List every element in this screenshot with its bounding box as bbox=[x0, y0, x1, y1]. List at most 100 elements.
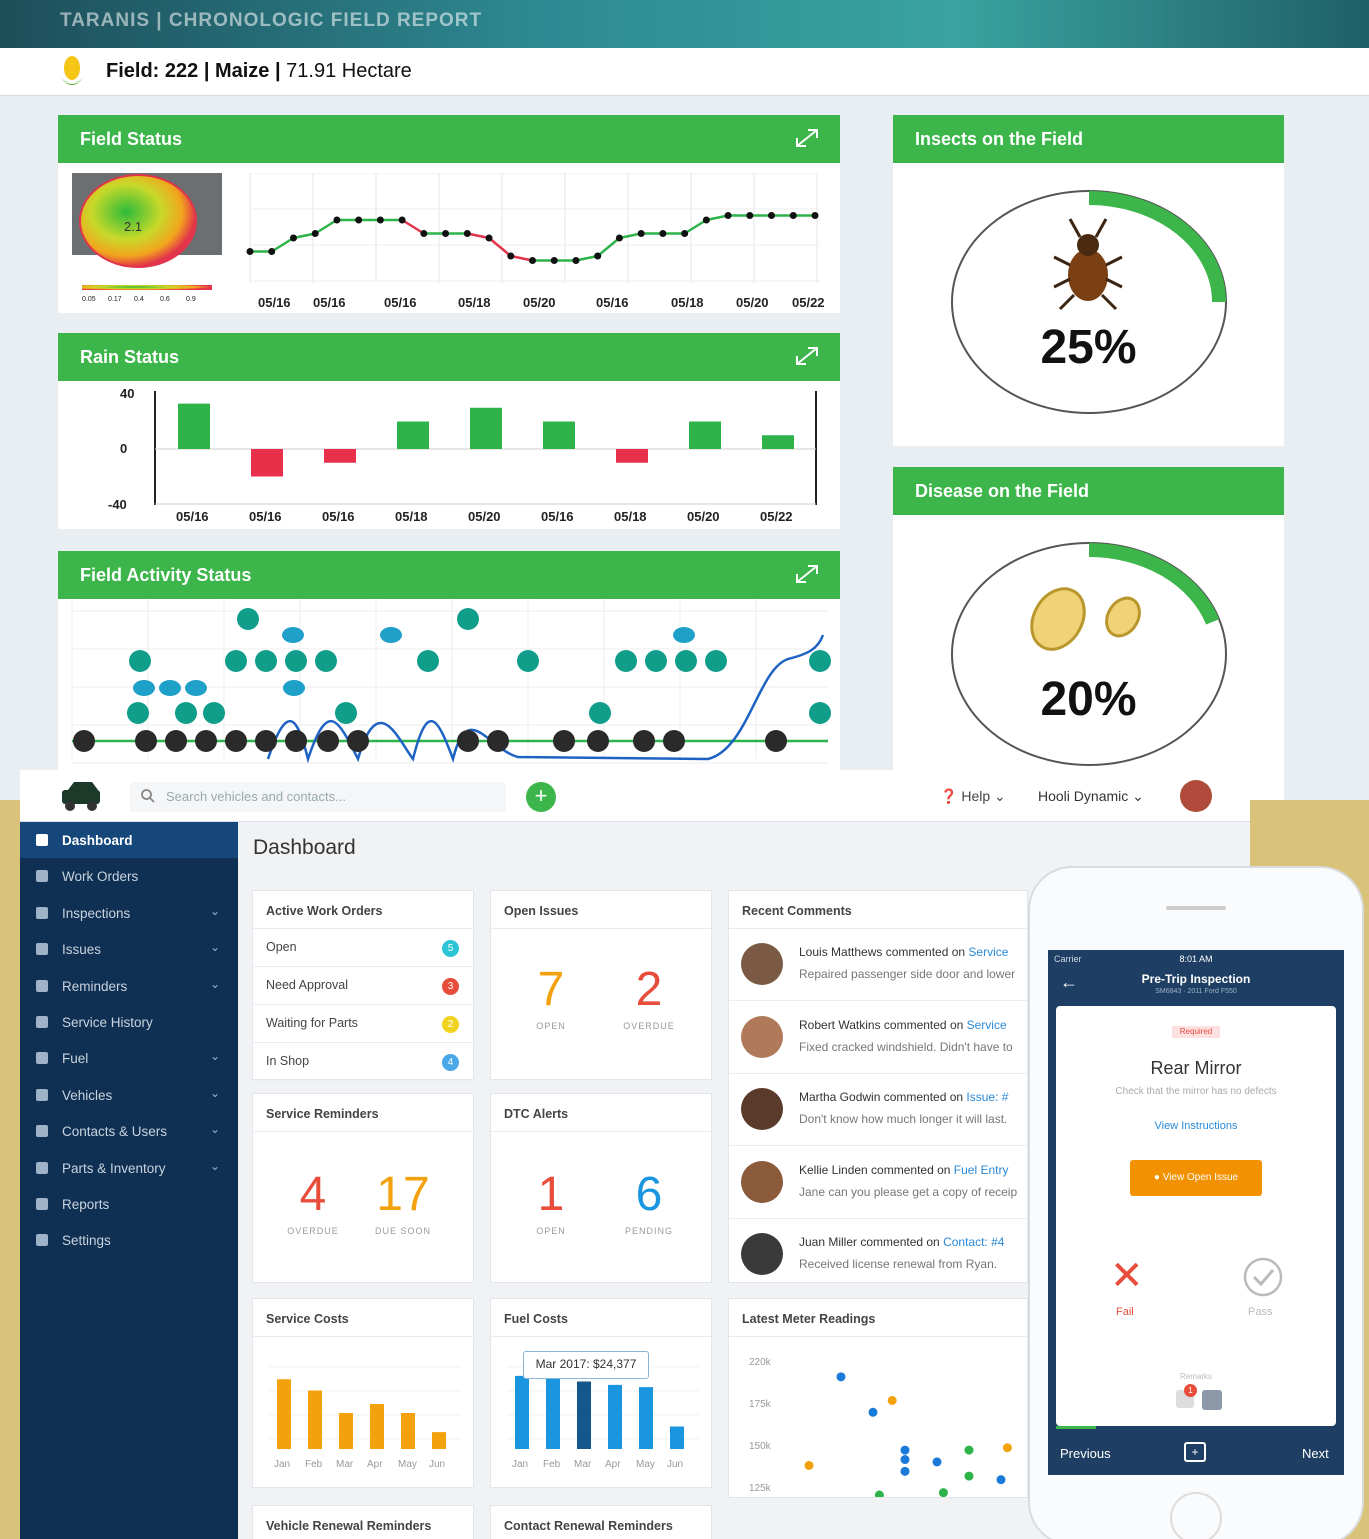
work-order-row[interactable]: Waiting for Parts 2 bbox=[253, 1005, 473, 1043]
field-status-point bbox=[507, 252, 515, 260]
next-button[interactable]: Next bbox=[1302, 1446, 1329, 1461]
person-marker-icon bbox=[285, 730, 307, 752]
info-marker-icon bbox=[237, 608, 259, 630]
chevron-down-icon: ⌄ bbox=[994, 788, 1006, 804]
rain-bar bbox=[543, 421, 575, 449]
x-tick-label: 05/18 bbox=[614, 509, 647, 524]
info-marker-icon bbox=[645, 650, 667, 672]
comment-link: Fuel Entry bbox=[953, 1162, 1009, 1177]
sidebar-item-parts-inventory[interactable]: Parts & Inventory ⌄ bbox=[20, 1150, 238, 1186]
x-tick-label: 05/18 bbox=[458, 295, 491, 310]
field-status-title: Field Status bbox=[80, 129, 183, 149]
x-tick-label: 05/16 bbox=[541, 509, 574, 524]
comment-item[interactable]: Robert Watkins commented on Service Fixed… bbox=[729, 1002, 1027, 1074]
sidebar: Dashboard Work Orders Inspections ⌄ Issues ⌄ R… bbox=[20, 822, 238, 1539]
home-button[interactable] bbox=[1170, 1492, 1222, 1539]
sidebar-item-inspections[interactable]: Inspections ⌄ bbox=[20, 895, 238, 931]
field-status-point bbox=[550, 257, 558, 264]
work-order-row[interactable]: In Shop 4 bbox=[253, 1043, 473, 1081]
sidebar-item-settings[interactable]: Settings bbox=[20, 1222, 238, 1258]
avatar bbox=[741, 1088, 783, 1131]
field-status-point bbox=[789, 212, 797, 219]
previous-button[interactable]: Previous bbox=[1060, 1446, 1111, 1461]
info-marker-icon bbox=[315, 650, 337, 672]
view-instructions-link[interactable]: View Instructions bbox=[1056, 1120, 1336, 1132]
bar bbox=[277, 1379, 291, 1449]
sidebar-item-label: Work Orders bbox=[62, 869, 139, 885]
y-tick-label: -40 bbox=[108, 497, 127, 512]
person-marker-icon bbox=[225, 730, 247, 752]
info-marker-icon bbox=[175, 702, 197, 724]
add-remark-icon[interactable]: + bbox=[1184, 1442, 1206, 1462]
chevron-down-icon: ⌄ bbox=[209, 1049, 220, 1064]
x-tick-label: 05/16 bbox=[313, 295, 346, 310]
sidebar-item-reports[interactable]: Reports bbox=[20, 1186, 238, 1222]
meter-point bbox=[868, 1407, 878, 1417]
view-open-issue-button[interactable]: ● View Open Issue bbox=[1130, 1160, 1262, 1196]
help-menu[interactable]: ❓ Help ⌄ bbox=[940, 788, 1006, 805]
meter-point bbox=[836, 1372, 846, 1382]
expand-icon[interactable] bbox=[794, 345, 820, 367]
field-map-label: 2.1 bbox=[124, 219, 142, 234]
sidebar-item-service-history[interactable]: Service History bbox=[20, 1004, 238, 1040]
pass-check-icon[interactable] bbox=[1242, 1256, 1284, 1298]
info-marker-icon bbox=[705, 650, 727, 672]
eye-marker-icon bbox=[282, 627, 304, 643]
y-tick-label: 0 bbox=[120, 441, 127, 456]
expand-icon[interactable] bbox=[794, 127, 820, 149]
x-tick-label: Jan bbox=[274, 1459, 290, 1470]
meter-point bbox=[900, 1445, 910, 1455]
field-status-segment bbox=[596, 237, 621, 257]
comment-item[interactable]: Juan Miller commented on Contact: #4 Rece… bbox=[729, 1219, 1027, 1282]
remarks-label: Remarks bbox=[1179, 1372, 1212, 1381]
sidebar-item-work-orders[interactable]: Work Orders bbox=[20, 858, 238, 894]
sidebar-item-icon bbox=[36, 1161, 48, 1174]
comment-item[interactable]: Kellie Linden commented on Fuel Entry Jan… bbox=[729, 1147, 1027, 1219]
disease-header: Disease on the Field bbox=[893, 467, 1284, 515]
search-input[interactable]: Search vehicles and contacts... bbox=[130, 782, 506, 812]
open-issues-overdue[interactable]: 2 OVERDUE bbox=[599, 963, 699, 1031]
comment-item[interactable]: Louis Matthews commented on Service Repai… bbox=[729, 929, 1027, 1001]
eye-marker-icon bbox=[283, 680, 305, 696]
sidebar-item-fuel[interactable]: Fuel ⌄ bbox=[20, 1040, 238, 1076]
field-status-point bbox=[702, 216, 710, 224]
sidebar-item-label: Settings bbox=[62, 1233, 111, 1249]
truck-logo-icon[interactable] bbox=[58, 780, 104, 812]
service-reminders-due-soon[interactable]: 17 DUE SOON bbox=[353, 1168, 453, 1236]
meter-point bbox=[964, 1471, 974, 1481]
x-tick-label: 05/16 bbox=[258, 295, 291, 310]
sidebar-item-issues[interactable]: Issues ⌄ bbox=[20, 931, 238, 967]
dtc-alerts-open[interactable]: 1 OPEN bbox=[501, 1168, 601, 1236]
sidebar-item-dashboard[interactable]: Dashboard bbox=[20, 822, 238, 859]
sidebar-item-vehicles[interactable]: Vehicles ⌄ bbox=[20, 1077, 238, 1113]
open-issues-open[interactable]: 7 OPEN bbox=[501, 963, 601, 1031]
avatar bbox=[741, 1233, 783, 1276]
expand-icon[interactable] bbox=[794, 563, 820, 585]
work-order-row[interactable]: Need Approval 3 bbox=[253, 967, 473, 1005]
sidebar-item-reminders[interactable]: Reminders ⌄ bbox=[20, 968, 238, 1004]
sidebar-item-contacts-users[interactable]: Contacts & Users ⌄ bbox=[20, 1113, 238, 1149]
meter-point bbox=[964, 1445, 974, 1455]
company-menu[interactable]: Hooli Dynamic ⌄ bbox=[1038, 788, 1144, 805]
panel-title: Recent Comments bbox=[729, 891, 1027, 929]
info-marker-icon bbox=[809, 702, 831, 724]
comment-header: Louis Matthews commented on Service bbox=[799, 945, 1009, 959]
legend-tick: 0.6 bbox=[160, 296, 170, 303]
sidebar-item-label: Contacts & Users bbox=[62, 1124, 168, 1140]
dtc-alerts-pending[interactable]: 6 PENDING bbox=[599, 1168, 699, 1236]
comment-icon[interactable] bbox=[1202, 1390, 1222, 1410]
sidebar-item-icon bbox=[36, 1234, 48, 1247]
work-order-row[interactable]: Open 5 bbox=[253, 929, 473, 967]
y-tick-label: 175k bbox=[749, 1399, 772, 1410]
comment-item[interactable]: Martha Godwin commented on Issue: # Don't… bbox=[729, 1074, 1027, 1147]
add-button[interactable]: + bbox=[526, 782, 556, 812]
phone-speaker bbox=[1166, 906, 1226, 910]
x-tick-label: 05/20 bbox=[468, 509, 501, 524]
meter-point bbox=[874, 1490, 884, 1497]
fail-x-icon[interactable]: ✕ bbox=[1110, 1256, 1144, 1296]
comment-header: Juan Miller commented on Contact: #4 bbox=[799, 1235, 1005, 1250]
chevron-down-icon: ⌄ bbox=[209, 1122, 220, 1137]
field-info: Field: 222 | Maize | 71.91 Hectare bbox=[106, 60, 412, 83]
service-reminders-overdue[interactable]: 4 OVERDUE bbox=[263, 1168, 363, 1236]
user-avatar[interactable] bbox=[1180, 780, 1212, 812]
